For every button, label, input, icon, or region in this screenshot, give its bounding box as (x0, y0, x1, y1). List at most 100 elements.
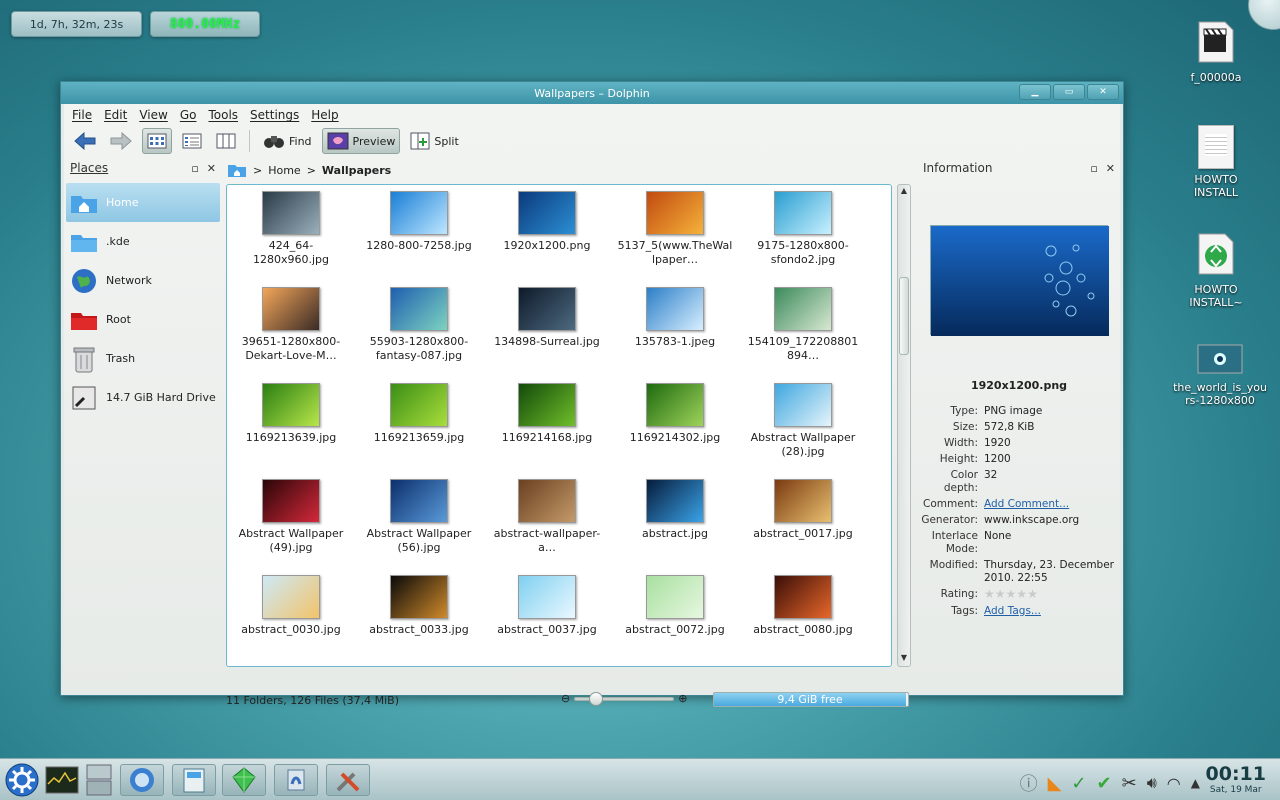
file-item[interactable]: abstract-wallpaper-a… (483, 479, 611, 555)
file-item[interactable]: 1169213639.jpg (227, 383, 355, 445)
file-item[interactable]: 1280-800-7258.jpg (355, 191, 483, 253)
panel-float-icon[interactable]: ▫ (191, 162, 198, 175)
panel-float-icon[interactable]: ▫ (1090, 162, 1097, 175)
breadcrumb-home[interactable]: Home (268, 164, 300, 177)
file-item[interactable]: abstract_0030.jpg (227, 575, 355, 637)
menu-view[interactable]: View (139, 108, 167, 122)
file-item[interactable]: 9175-1280x800-sfondo2.jpg (739, 191, 867, 267)
panel-close-icon[interactable]: ✕ (1106, 162, 1115, 175)
place-network[interactable]: Network (64, 261, 222, 300)
preview-button[interactable]: Preview (321, 128, 401, 154)
forward-button[interactable] (106, 128, 136, 154)
menu-edit[interactable]: Edit (104, 108, 127, 122)
digital-clock[interactable]: 00:11 Sat, 19 Mar (1206, 763, 1266, 795)
task-gem[interactable] (222, 764, 266, 796)
place-trash[interactable]: Trash (64, 339, 222, 378)
columns-view-button[interactable] (212, 128, 240, 154)
task-browser[interactable] (120, 764, 164, 796)
file-item[interactable]: abstract_0033.jpg (355, 575, 483, 637)
kde-launcher-icon (5, 763, 39, 797)
wifi-icon[interactable]: ◠ (1167, 774, 1181, 793)
home-icon[interactable] (227, 162, 247, 178)
tray-expand-arrow-icon[interactable]: ▲ (1191, 776, 1200, 790)
minimize-button[interactable]: ▁ (1019, 84, 1051, 100)
file-view-scrollbar[interactable]: ▲ ▼ (897, 184, 911, 667)
menu-settings[interactable]: Settings (250, 108, 299, 122)
task-settings-tools[interactable] (326, 764, 370, 796)
emerald-gem-icon (232, 767, 256, 793)
star-icon[interactable]: ★ (1027, 587, 1038, 601)
menu-go[interactable]: Go (180, 108, 197, 122)
klipper-clipboard-icon[interactable]: ✔ (1097, 773, 1112, 794)
desktop-icon-wallpaper[interactable]: the_world_is_yours-1280x800 (1171, 344, 1269, 407)
file-name: 1280-800-7258.jpg (366, 239, 472, 252)
file-item[interactable]: 1169214302.jpg (611, 383, 739, 445)
menu-help[interactable]: Help (311, 108, 338, 122)
file-item[interactable]: abstract_0017.jpg (739, 479, 867, 541)
scroll-down-arrow[interactable]: ▼ (899, 653, 909, 665)
file-item[interactable]: 39651-1280x800-Dekart-Love-M… (227, 287, 355, 363)
maximize-button[interactable]: ▭ (1053, 84, 1085, 100)
star-icon[interactable]: ★ (1016, 587, 1027, 601)
menu-file[interactable]: File (72, 108, 92, 122)
breadcrumb-current[interactable]: Wallpapers (322, 164, 391, 177)
desktop-icon-howto-backup[interactable]: HOWTO INSTALL~ (1171, 232, 1261, 309)
file-item[interactable]: 1169213659.jpg (355, 383, 483, 445)
scroll-up-arrow[interactable]: ▲ (899, 186, 909, 198)
desktop-icon-video[interactable]: f_00000a (1171, 20, 1261, 84)
file-item[interactable]: Abstract Wallpaper (56).jpg (355, 479, 483, 555)
scissors-icon[interactable]: ✂ (1122, 773, 1137, 794)
place-home[interactable]: Home (66, 183, 220, 222)
file-item[interactable]: abstract.jpg (611, 479, 739, 541)
info-link[interactable]: Add Comment... (984, 498, 1121, 511)
rating-stars[interactable]: ★★★★★ (984, 588, 1121, 602)
close-button[interactable]: ✕ (1087, 84, 1119, 100)
place-kde[interactable]: .kde (64, 222, 222, 261)
task-dolphin[interactable] (172, 764, 216, 796)
star-icon[interactable]: ★ (995, 587, 1006, 601)
arrow-right-icon (110, 132, 132, 150)
window-titlebar[interactable]: Wallpapers – Dolphin ▁ ▭ ✕ (61, 82, 1123, 104)
application-launcher-button[interactable] (0, 763, 44, 797)
file-view[interactable]: 424_64-1280x960.jpg 1280-800-7258.jpg 1920… (226, 184, 892, 667)
file-item[interactable]: Abstract Wallpaper (49).jpg (227, 479, 355, 555)
place-hard-drive[interactable]: 14.7 GiB Hard Drive (64, 378, 222, 417)
place-root[interactable]: Root (64, 300, 222, 339)
star-icon[interactable]: ★ (1006, 587, 1017, 601)
zoom-in-icon[interactable]: ⊕ (678, 692, 687, 705)
desktop-icon-howto[interactable]: HOWTO INSTALL (1171, 125, 1261, 199)
file-item[interactable]: 1169214168.jpg (483, 383, 611, 445)
file-item[interactable]: Abstract Wallpaper (28).jpg (739, 383, 867, 459)
split-button[interactable]: Split (406, 128, 462, 154)
info-link[interactable]: Add Tags... (984, 605, 1121, 618)
zoom-out-icon[interactable]: ⊖ (561, 692, 570, 705)
file-item[interactable]: 424_64-1280x960.jpg (227, 191, 355, 267)
menu-tools[interactable]: Tools (208, 108, 238, 122)
file-item[interactable]: abstract_0037.jpg (483, 575, 611, 637)
pager-button[interactable] (78, 764, 120, 796)
back-button[interactable] (70, 128, 100, 154)
file-item[interactable]: 1920x1200.png (483, 191, 611, 253)
icons-view-button[interactable] (142, 128, 172, 154)
updates-icon[interactable]: ✓ (1071, 773, 1086, 794)
details-view-button[interactable] (178, 128, 206, 154)
info-key: Height: (939, 453, 978, 465)
file-item[interactable]: 154109_172208801894… (739, 287, 867, 363)
volume-icon[interactable]: 🔊︎ (1147, 773, 1157, 793)
file-item[interactable]: abstract_0072.jpg (611, 575, 739, 637)
file-item[interactable]: 55903-1280x800-fantasy-087.jpg (355, 287, 483, 363)
task-installer[interactable] (274, 764, 318, 796)
star-icon[interactable]: ★ (984, 587, 995, 601)
kopete-messenger-icon[interactable]: ◣ (1048, 773, 1062, 794)
zoom-slider-handle[interactable] (589, 691, 604, 706)
notifications-info-icon[interactable]: ⓘ (1020, 770, 1038, 796)
file-item[interactable]: abstract_0080.jpg (739, 575, 867, 637)
find-button[interactable]: Find (259, 128, 316, 154)
file-item[interactable]: 135783-1.jpeg (611, 287, 739, 349)
zoom-slider[interactable] (574, 691, 675, 706)
panel-close-icon[interactable]: ✕ (207, 162, 216, 175)
file-name: abstract_0030.jpg (241, 623, 341, 636)
scrollbar-handle[interactable] (899, 277, 909, 355)
file-item[interactable]: 134898-Surreal.jpg (483, 287, 611, 349)
file-item[interactable]: 5137_5(www.TheWallpaper… (611, 191, 739, 267)
